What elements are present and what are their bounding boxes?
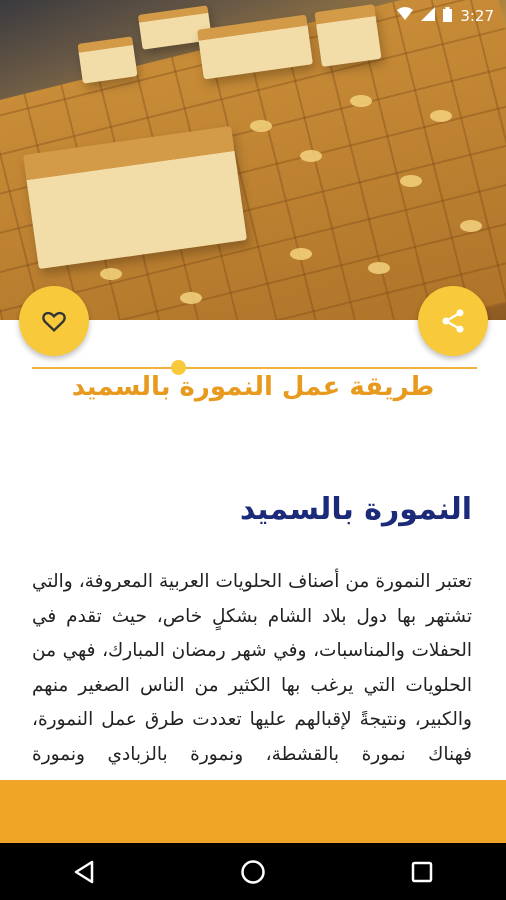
back-button[interactable] <box>54 852 114 892</box>
favorite-button[interactable] <box>19 286 89 356</box>
recipe-title: طريقة عمل النمورة بالسميد <box>71 372 435 402</box>
almond-topping <box>368 262 390 274</box>
recents-square-icon <box>411 861 432 882</box>
almond-topping <box>350 95 372 107</box>
cake-slice <box>77 36 138 84</box>
status-time: 3:27 <box>460 7 494 25</box>
almond-topping <box>100 268 122 280</box>
hero-image <box>0 0 506 320</box>
status-bar: 3:27 <box>0 0 506 32</box>
signal-icon <box>421 7 436 25</box>
recents-button[interactable] <box>392 852 452 892</box>
almond-topping <box>460 220 482 232</box>
almond-topping <box>290 248 312 260</box>
almond-topping <box>180 292 202 304</box>
bottom-banner-bar <box>0 780 506 843</box>
almond-topping <box>430 110 452 122</box>
home-button[interactable] <box>223 852 283 892</box>
almond-topping <box>300 150 322 162</box>
section-heading: النمورة بالسميد <box>239 492 472 527</box>
navigation-bar <box>0 843 506 900</box>
heart-outline-icon <box>42 311 66 332</box>
almond-topping <box>250 120 272 132</box>
home-circle-icon <box>241 859 265 884</box>
share-icon <box>442 309 464 333</box>
almond-topping <box>400 175 422 187</box>
share-button[interactable] <box>418 286 488 356</box>
wifi-icon <box>397 7 414 25</box>
back-triangle-icon <box>75 860 94 883</box>
battery-icon <box>443 6 453 26</box>
title-divider <box>32 367 477 369</box>
